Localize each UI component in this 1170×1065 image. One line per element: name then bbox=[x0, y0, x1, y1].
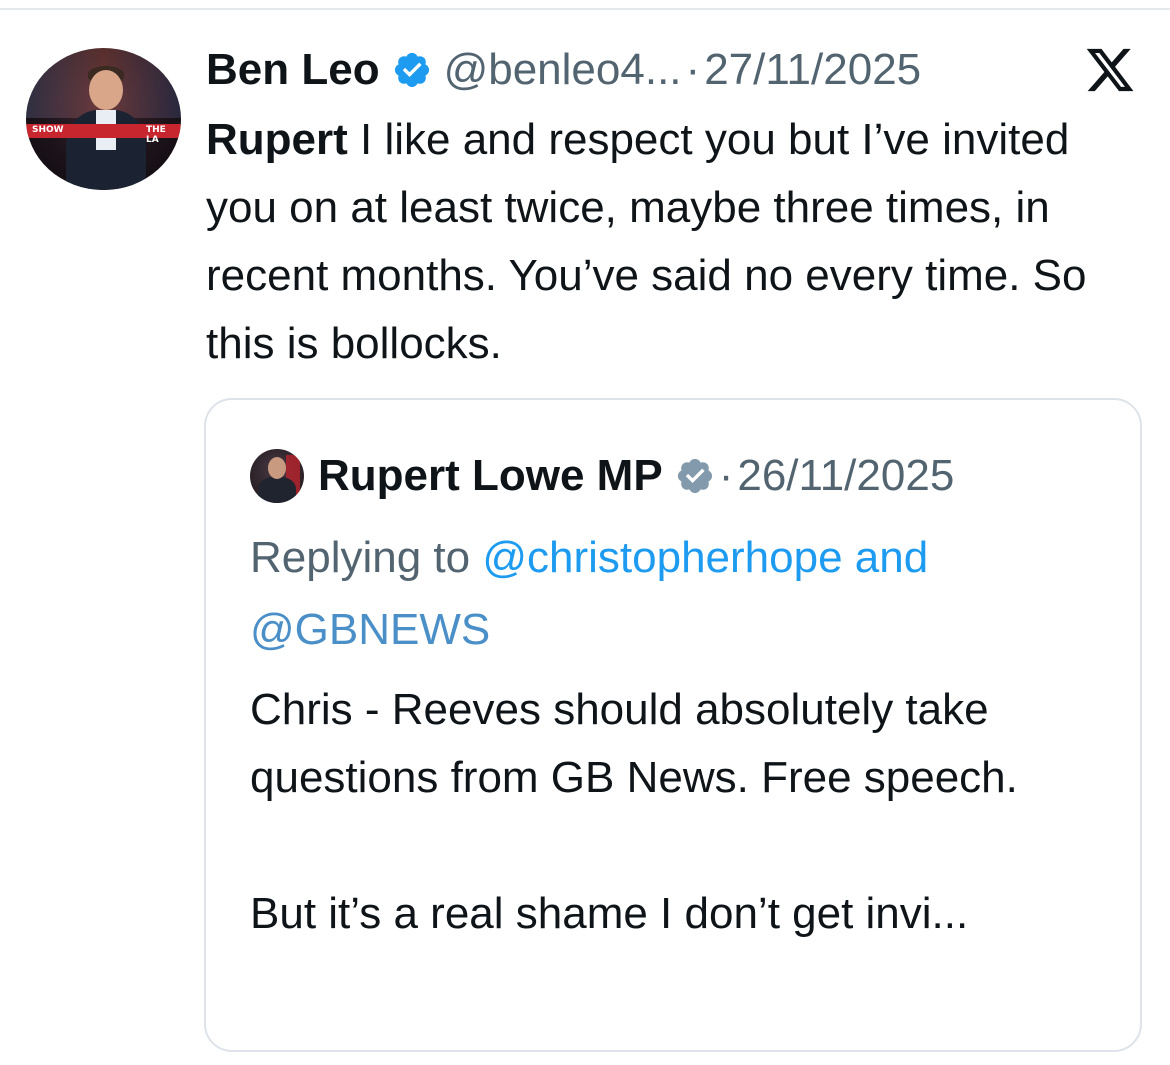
avatar-banner-text-left: SHOW bbox=[32, 125, 64, 135]
replying-handle-christopherhope[interactable]: @christopherhope bbox=[482, 533, 842, 582]
quoted-tweet-header: Rupert Lowe MP · 26/11/2025 bbox=[250, 448, 954, 504]
author-avatar[interactable]: SHOW THE LA bbox=[26, 48, 181, 190]
avatar-banner-text-right: THE LA bbox=[146, 125, 166, 145]
quoted-header-separator: · bbox=[718, 451, 734, 500]
quoted-tweet-card[interactable]: Rupert Lowe MP · 26/11/2025 Replying to … bbox=[204, 398, 1142, 1052]
quoted-tweet-body: Chris - Reeves should absolutely take qu… bbox=[250, 676, 1110, 948]
tweet-header: Ben Leo @benleo4... · 27/11/2025 bbox=[206, 42, 921, 98]
quoted-author-avatar[interactable] bbox=[250, 449, 304, 503]
header-separator: · bbox=[685, 45, 701, 94]
quoted-author-name[interactable]: Rupert Lowe MP bbox=[318, 451, 663, 501]
quoted-body-paragraph-2: But it’s a real shame I don’t get invi..… bbox=[250, 889, 969, 938]
verified-badge-icon bbox=[394, 52, 429, 88]
avatar-head bbox=[89, 70, 123, 110]
replying-handle-gbnews[interactable]: @GBNEWS bbox=[250, 605, 490, 654]
tweet[interactable]: SHOW THE LA Ben Leo @benleo4... · 27/11/… bbox=[0, 0, 1170, 1065]
replying-to-line: Replying to @christopherhope and @GBNEWS bbox=[250, 522, 1110, 666]
author-handle[interactable]: @benleo4... bbox=[444, 45, 682, 95]
author-name[interactable]: Ben Leo bbox=[206, 45, 380, 95]
body-mention[interactable]: Rupert bbox=[206, 115, 348, 164]
quoted-tweet-date[interactable]: 26/11/2025 bbox=[737, 451, 954, 501]
quoted-body-paragraph-1: Chris - Reeves should absolutely take qu… bbox=[250, 685, 1018, 802]
replying-prefix: Replying to bbox=[250, 533, 483, 582]
replying-and: and bbox=[842, 533, 929, 582]
tweet-date[interactable]: 27/11/2025 bbox=[704, 45, 921, 95]
verified-badge-icon bbox=[677, 458, 712, 494]
tweet-body: Rupert I like and respect you but I’ve i… bbox=[206, 106, 1126, 378]
quoted-avatar-suit bbox=[258, 477, 296, 503]
quoted-avatar-head bbox=[268, 457, 286, 479]
x-logo-icon[interactable] bbox=[1082, 44, 1138, 96]
